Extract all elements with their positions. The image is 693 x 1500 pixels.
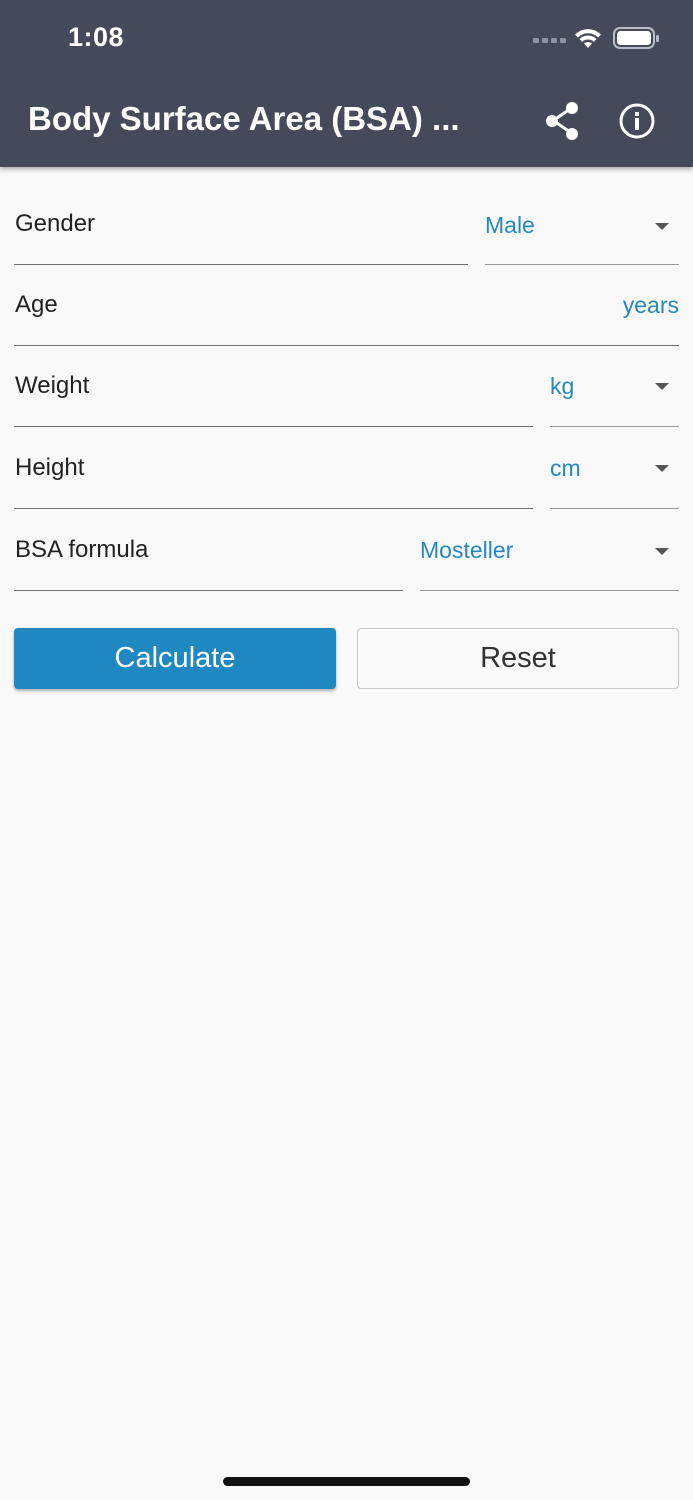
gender-label: Gender [15, 210, 96, 237]
weight-label: Weight [15, 372, 90, 399]
share-button[interactable] [540, 98, 586, 144]
page-title: Body Surface Area (BSA) ... [28, 100, 460, 137]
height-unit-select[interactable]: cm [550, 449, 679, 509]
bsa-formula-label: BSA formula [15, 536, 149, 563]
share-icon [546, 102, 578, 140]
signal-icon [533, 38, 566, 43]
bsa-formula-field: BSA formula [14, 531, 403, 591]
chevron-down-icon [655, 383, 669, 390]
bsa-formula-select[interactable]: Mosteller [420, 531, 679, 591]
status-time: 1:08 [68, 22, 125, 52]
weight-unit-value: kg [550, 373, 575, 399]
battery-icon [613, 27, 659, 49]
gender-select-value: Male [485, 212, 535, 238]
info-icon [619, 103, 655, 139]
wifi-icon [575, 29, 601, 48]
age-field[interactable]: Age years [14, 286, 679, 346]
gender-select[interactable]: Male [485, 205, 679, 265]
reset-button[interactable]: Reset [357, 628, 679, 689]
chevron-down-icon [655, 465, 669, 472]
app-bar: 1:08 Body Surface Area (BSA) ... [0, 0, 693, 167]
home-indicator [223, 1477, 470, 1486]
info-button[interactable] [614, 98, 660, 144]
gender-field: Gender [14, 205, 468, 265]
age-unit-suffix: years [622, 292, 679, 318]
height-label: Height [15, 454, 85, 481]
chevron-down-icon [655, 223, 669, 230]
bsa-formula-value: Mosteller [420, 537, 514, 563]
weight-unit-select[interactable]: kg [550, 367, 679, 427]
height-unit-value: cm [550, 455, 581, 481]
height-field[interactable]: Height [14, 449, 533, 509]
age-label: Age [15, 291, 58, 318]
weight-field[interactable]: Weight [14, 367, 533, 427]
chevron-down-icon [655, 548, 669, 555]
calculate-button[interactable]: Calculate [14, 628, 336, 689]
